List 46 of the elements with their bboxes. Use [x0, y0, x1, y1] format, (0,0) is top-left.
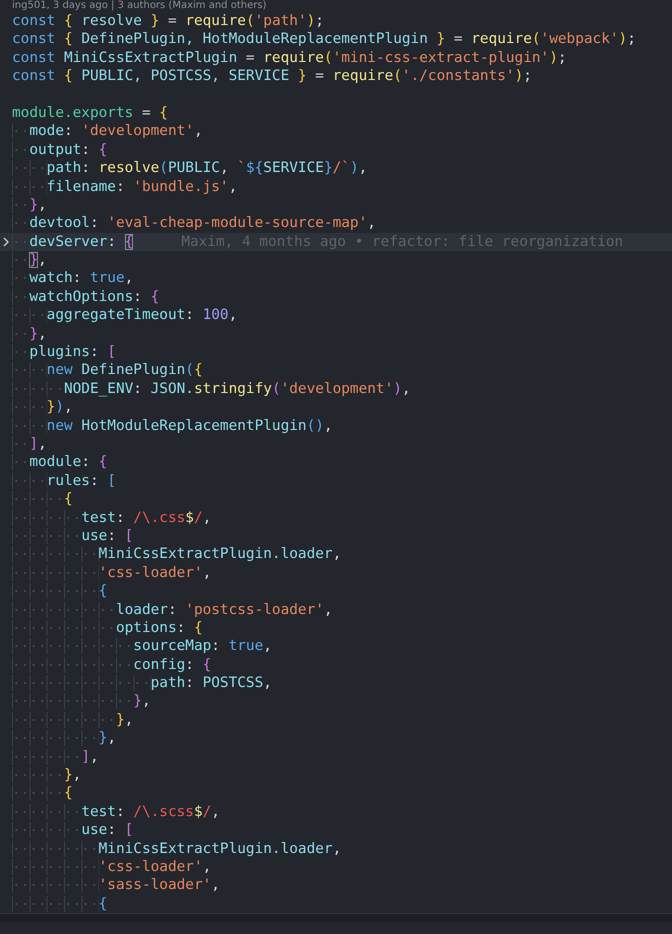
- code-line: watchOptions: {: [12, 288, 160, 306]
- code-line: {: [12, 784, 73, 803]
- code-line: rules: [: [12, 472, 116, 490]
- code-line: test: /\.scss$/,: [12, 802, 220, 822]
- code-line: devServer: {: [12, 232, 134, 252]
- code-line: {: [12, 582, 108, 601]
- code-line: const { DefinePlugin, HotModuleReplacementPlugin } = require('webpack');: [12, 30, 636, 49]
- code-line: config: {: [12, 656, 212, 674]
- blame-header[interactable]: ing501, 3 days ago | 3 authors (Maxim and others): [0, 0, 672, 12]
- code-line: watch: true,: [12, 269, 134, 288]
- code-line: const { resolve } = require('path');: [12, 12, 324, 30]
- code-line: use: [: [12, 526, 134, 546]
- code-line: new DefinePlugin({: [12, 361, 203, 380]
- code-line: new HotModuleReplacementPlugin(),: [12, 416, 333, 435]
- code-line: },: [12, 729, 116, 748]
- code-line: 'css-loader',: [12, 564, 212, 582]
- code-line: ],: [12, 434, 47, 454]
- chevron-right-icon[interactable]: [3, 236, 9, 247]
- code-line: module.exports = {: [12, 104, 168, 122]
- code-line: {: [12, 490, 73, 509]
- code-line: },: [12, 196, 47, 214]
- code-line: {: [12, 894, 108, 914]
- code-line: plugins: [: [12, 343, 116, 362]
- code-line: MiniCssExtractPlugin.loader,: [12, 545, 342, 564]
- code-line: const MiniCssExtractPlugin = require('mini-css-extract-plugin');: [12, 48, 567, 68]
- code-line: },: [12, 324, 47, 344]
- code-line: test: /\.css$/,: [12, 508, 212, 527]
- code-line: NODE_ENV: JSON.stringify('development'),: [12, 380, 411, 398]
- code-line: },: [12, 251, 47, 270]
- code-line: mode: 'development',: [12, 122, 203, 141]
- code-line: 'css-loader',: [12, 858, 212, 876]
- code-line: filename: 'bundle.js',: [12, 178, 238, 196]
- code-line: path: POSTCSS,: [12, 674, 272, 692]
- code-line: }),: [12, 398, 73, 417]
- code-line: 'sass-loader',: [12, 876, 220, 895]
- code-line: output: {: [12, 140, 108, 160]
- code-line: sourceMap: true,: [12, 637, 272, 656]
- code-line: MiniCssExtractPlugin.loader,: [12, 840, 342, 858]
- code-line: aggregateTimeout: 100,: [12, 306, 238, 325]
- code-line: path: resolve(PUBLIC, `${SERVICE}/`),: [12, 159, 368, 178]
- code-line: use: [: [12, 821, 134, 840]
- code-line: module: {: [12, 453, 108, 472]
- code-line: options: {: [12, 618, 203, 638]
- code-line: const { PUBLIC, POSTCSS, SERVICE } = require('./constants');: [12, 67, 532, 86]
- code-line: loader: 'postcss-loader',: [12, 600, 333, 619]
- code-line: devtool: 'eval-cheap-module-source-map',: [12, 214, 376, 233]
